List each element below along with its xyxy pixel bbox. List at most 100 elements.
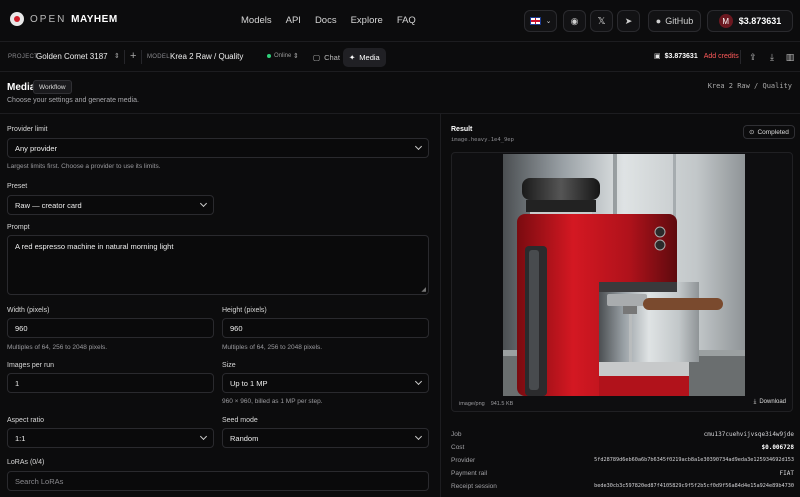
prompt-label: Prompt [7,224,30,231]
size-value: Up to 1 MP [230,378,268,388]
status-label: Online [274,53,292,59]
width-value: 960 [15,323,28,333]
size-label: Size [222,362,236,369]
model-selector[interactable]: Krea 2 Raw / Quality [170,52,243,61]
discord-button[interactable]: ◉ [563,10,586,32]
meta-label: Receipt session [451,483,497,490]
completed-label: Completed [757,128,789,136]
provider-value: Any provider [15,143,58,153]
panel-toggle-button[interactable]: ▥ [782,49,798,65]
cost-value: $0.006728 [761,444,794,451]
nav-docs[interactable]: Docs [315,15,337,26]
tab-chat-label: Chat [324,53,340,62]
x-button[interactable]: 𝕏 [590,10,613,32]
result-image[interactable] [503,154,745,396]
add-project-button[interactable]: + [130,50,136,62]
model-name-right: Krea 2 Raw / Quality [707,82,792,90]
meta-label: Cost [451,444,465,451]
result-subtitle: image.heavy.1e4_9ep [451,137,514,143]
height-label: Height (pixels) [222,307,267,314]
chevron-down-icon [414,377,423,386]
brand-name: MAYHEM [71,13,118,25]
chat-icon: ▢ [313,53,321,62]
chevron-down-icon [199,199,208,208]
image-mime: image/png [459,401,485,407]
seed-label: Seed mode [222,417,258,424]
tab-media[interactable]: ✦ Media [343,48,386,67]
chevron-down-icon [414,142,423,151]
receipt-session-id: bede30cb3c597820ed87f4105829c9f5f2b5cf0d… [594,483,794,489]
loras-label: LoRAs (0/4) [7,459,45,466]
size-select[interactable]: Up to 1 MP [222,373,429,393]
discord-icon: ◉ [570,15,579,26]
credits-balance: $3.873631 [664,52,698,60]
github-label: GitHub [665,16,694,26]
aspect-label: Aspect ratio [7,417,44,424]
workspace-bar: PROJECT Golden Comet 3187 ⇕ + MODEL Krea… [0,42,800,72]
download-button[interactable]: ⤓ Download [754,399,786,406]
preset-select[interactable]: Raw — creator card [7,195,214,215]
updown-icon: ⇕ [114,53,120,60]
export-button[interactable]: ⤓ [764,49,780,65]
share-button[interactable]: ⇪ [745,49,761,65]
meta-label: Job [451,431,462,438]
download-icon: ⤓ [770,51,774,62]
prompt-value: A red espresso machine in natural mornin… [15,242,174,251]
telegram-button[interactable]: ➤ [617,10,640,32]
github-button[interactable]: ● GitHub [648,10,701,32]
nav-models[interactable]: Models [241,15,272,26]
width-hint: Multiples of 64, 256 to 2048 pixels. [7,344,108,351]
height-value: 960 [230,323,243,333]
provider-id: 5fd28789d6eb60a6b7b6345f0219acb8a1e30390… [594,457,794,463]
x-logo-icon: 𝕏 [597,15,606,27]
completed-badge: ⊙ Completed [743,125,795,139]
project-selector[interactable]: Golden Comet 3187 [36,52,108,61]
images-input[interactable]: 1 [7,373,214,393]
workflow-button[interactable]: Workflow [33,80,72,94]
loras-search-input[interactable]: Search LoRAs [7,471,429,491]
project-label: PROJECT [8,54,39,60]
seed-select[interactable]: Random [222,428,429,448]
provider-select[interactable]: Any provider [7,138,429,158]
meta-label: Payment rail [451,470,488,477]
provider-label: Provider limit [7,126,48,133]
height-input[interactable]: 960 [222,318,429,338]
image-size: 941.5 KB [490,401,514,407]
seed-value: Random [230,433,259,443]
resize-handle-icon[interactable]: ◢ [421,286,426,293]
meta-row-payment: Payment rail FIAT [451,470,794,483]
prompt-textarea[interactable]: A red espresso machine in natural mornin… [7,235,429,295]
nav-api[interactable]: API [286,15,301,26]
sparkle-icon: ✦ [349,53,356,62]
github-icon: ● [655,16,662,26]
image-info-bar: image/png 941.5 KB ⤓ Download [452,396,792,412]
tab-media-label: Media [359,53,380,62]
account-balance-button[interactable]: M $3.873631 [707,10,793,32]
aspect-select[interactable]: 1:1 [7,428,214,448]
updown-icon: ⇕ [293,53,299,60]
width-label: Width (pixels) [7,307,50,314]
avatar: M [718,14,733,28]
brand-open: OPEN [30,13,67,25]
preset-value: Raw — creator card [15,200,82,210]
model-label: MODEL [147,54,170,60]
nav-explore[interactable]: Explore [351,15,383,26]
brand-logo[interactable]: OPEN MAYHEM [10,12,118,26]
add-credits-link[interactable]: Add credits [704,53,739,60]
result-title: Result [451,126,473,133]
nav-faq[interactable]: FAQ [397,15,416,26]
meta-row-provider: Provider 5fd28789d6eb60a6b7b6345f0219acb8… [451,457,794,470]
meta-row-receipt: Receipt session bede30cb3c597820ed87f4105… [451,483,794,496]
provider-hint: Largest limits first. Choose a provider … [7,163,161,170]
uk-flag-icon [529,17,541,25]
result-card: image/png 941.5 KB ⤓ Download [451,152,793,412]
language-selector[interactable]: ⌄ [524,10,557,32]
chevron-down-icon: ⌄ [545,18,552,25]
download-icon: ⤓ [753,399,757,405]
preset-label: Preset [7,183,28,190]
download-label: Download [759,399,786,405]
meta-label: Provider [451,457,476,464]
main-nav: Models API Docs Explore FAQ [241,15,416,26]
tab-chat[interactable]: ▢ Chat [307,48,346,67]
width-input[interactable]: 960 [7,318,214,338]
